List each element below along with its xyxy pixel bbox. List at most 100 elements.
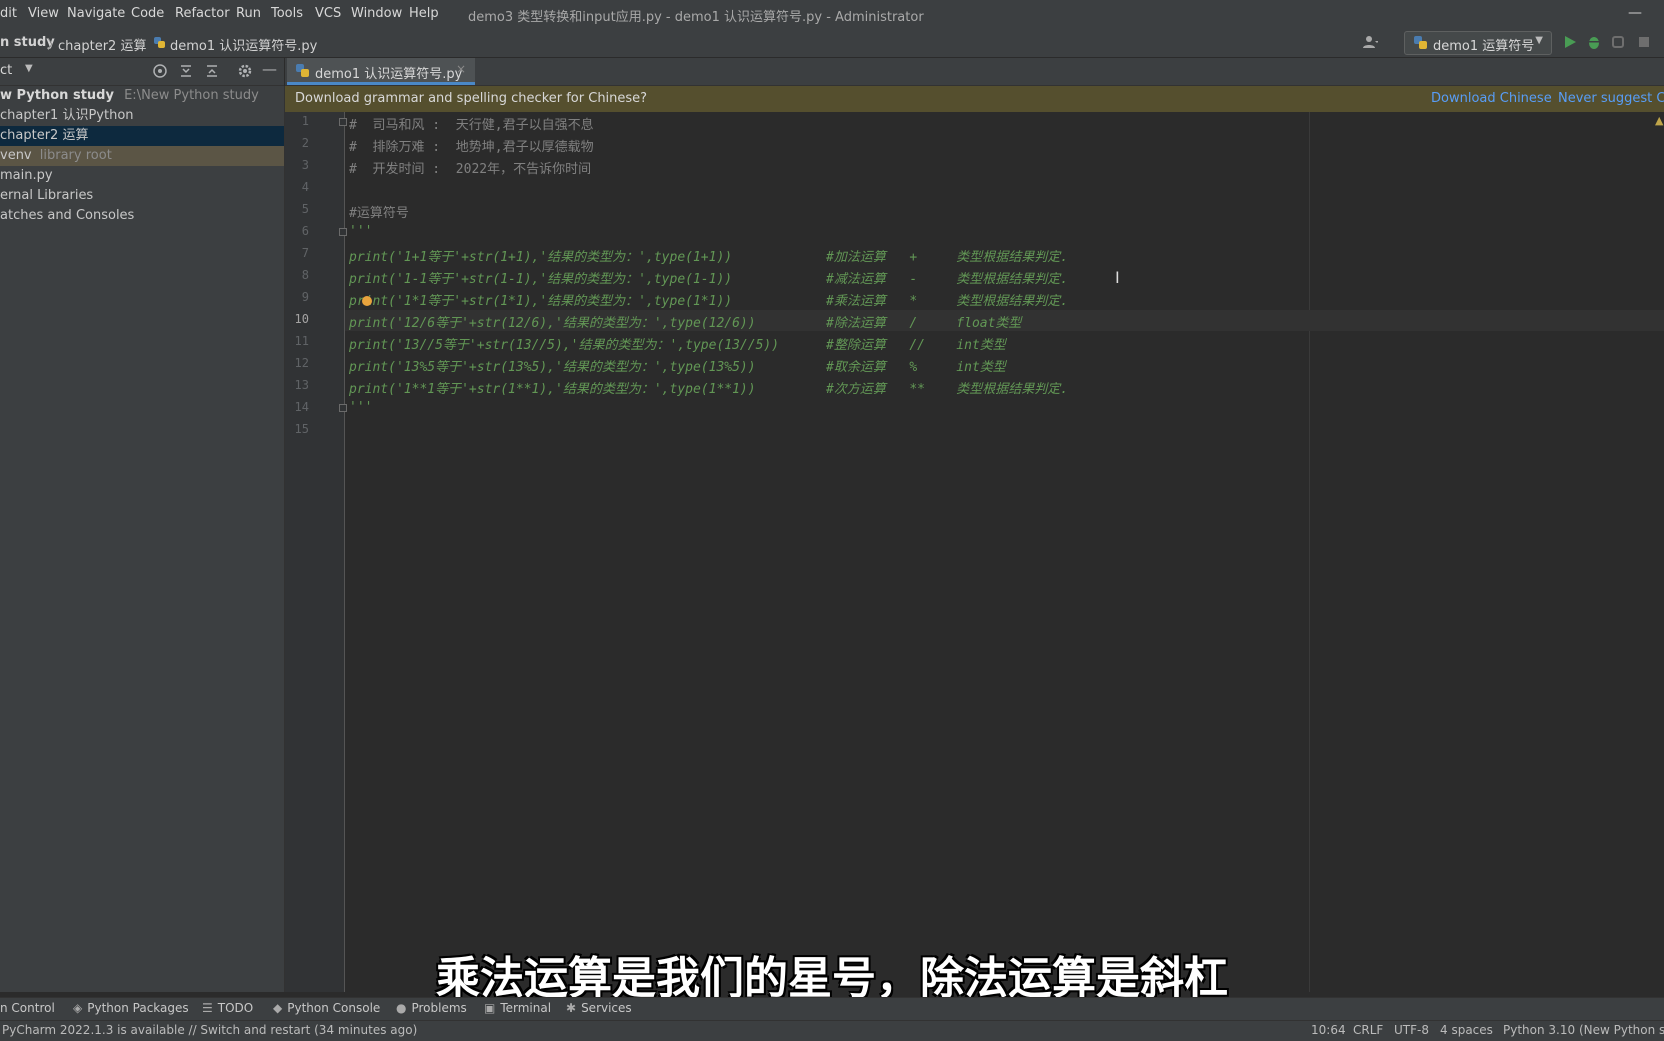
tree-item-scratches[interactable]: atches and Consoles — [0, 206, 284, 226]
tool-python-packages[interactable]: ◈ Python Packages — [73, 1001, 189, 1015]
menu-view[interactable]: View — [28, 6, 59, 21]
code-line[interactable]: ''' — [349, 224, 372, 239]
code-line[interactable]: print('1-1等于'+str(1-1),'结果的类型为：',type(1-… — [349, 268, 1068, 287]
fold-marker-icon[interactable] — [339, 228, 347, 236]
update-notice[interactable]: PyCharm 2022.1.3 is available // Switch … — [2, 1023, 417, 1037]
caret-position[interactable]: 10:64 — [1311, 1023, 1346, 1037]
menu-edit[interactable]: dit — [0, 6, 17, 21]
tree-item-label: chapter1 认识Python — [0, 108, 134, 123]
hide-panel-icon[interactable]: — — [262, 60, 277, 78]
menu-vcs[interactable]: VCS — [315, 6, 341, 21]
code-line[interactable]: print('1+1等于'+str(1+1),'结果的类型为：',type(1+… — [349, 246, 1068, 265]
code-line[interactable]: # 司马和风 : 天行健,君子以自强不息 — [349, 114, 594, 133]
indent-setting[interactable]: 4 spaces — [1440, 1023, 1493, 1037]
python-interpreter[interactable]: Python 3.10 (New Python stu — [1503, 1023, 1664, 1037]
code-line[interactable]: print('1*1等于'+str(1*1),'结果的类型为：',type(1*… — [349, 290, 1068, 309]
gear-icon[interactable] — [237, 63, 253, 79]
never-suggest-link[interactable]: Never suggest Ch — [1558, 91, 1664, 106]
lightbulb-icon[interactable] — [362, 296, 372, 306]
python-file-icon — [154, 37, 165, 48]
file-encoding[interactable]: UTF-8 — [1394, 1023, 1429, 1037]
code-line[interactable]: print('1**1等于'+str(1**1),'结果的类型为：',type(… — [349, 378, 1068, 397]
tree-item-hint: E:\New Python study — [124, 88, 259, 103]
line-separator[interactable]: CRLF — [1353, 1023, 1383, 1037]
download-chinese-link[interactable]: Download Chinese — [1431, 91, 1552, 106]
tool-problems[interactable]: ● Problems — [396, 1001, 467, 1015]
warning-icon[interactable]: ▲ — [1655, 114, 1663, 127]
tool-label: n Control — [0, 1001, 55, 1015]
code-line[interactable]: print('13%5等于'+str(13%5),'结果的类型为：',type(… — [349, 356, 1006, 375]
window-title: demo3 类型转换和input应用.py - demo1 认识运算符号.py … — [468, 10, 924, 25]
tool-todo[interactable]: ☰ TODO — [202, 1001, 253, 1015]
editor-tab-demo1[interactable]: demo1 认识运算符号.py × — [287, 58, 475, 85]
debug-icon[interactable] — [1586, 34, 1602, 50]
tree-item-main-py[interactable]: main.py — [0, 166, 284, 186]
line-number: 13 — [294, 378, 309, 392]
packages-icon: ◈ — [73, 1001, 83, 1015]
line-number: 7 — [301, 246, 309, 260]
code-line[interactable]: ''' — [349, 400, 372, 415]
chevron-down-icon[interactable]: ▼ — [25, 63, 33, 74]
run-icon[interactable] — [1562, 34, 1578, 50]
terminal-icon: ▣ — [484, 1001, 496, 1015]
tree-item-venv[interactable]: venv library root — [0, 146, 284, 166]
line-number: 12 — [294, 356, 309, 370]
tree-item-label: chapter2 运算 — [0, 128, 89, 143]
code-line[interactable]: # 开发时间 : 2022年，不告诉你时间 — [349, 158, 591, 177]
tool-terminal[interactable]: ▣ Terminal — [484, 1001, 551, 1015]
tree-item-external-libraries[interactable]: ernal Libraries — [0, 186, 284, 206]
user-icon[interactable] — [1362, 34, 1378, 50]
collapse-all-icon[interactable] — [204, 63, 220, 79]
tree-item-chapter1[interactable]: chapter1 认识Python — [0, 106, 284, 126]
project-view-label[interactable]: ct — [0, 63, 12, 78]
python-file-icon — [296, 64, 309, 77]
code-editor[interactable]: 1 2 3 4 5 6 7 8 9 10 11 12 13 14 15 # 司马和风 : 天行健,君子以自强… — [285, 112, 1664, 992]
line-number: 3 — [301, 158, 309, 172]
fold-marker-icon[interactable] — [339, 404, 347, 412]
menu-help[interactable]: Help — [409, 6, 439, 21]
locate-icon[interactable] — [152, 63, 168, 79]
menu-tools[interactable]: Tools — [271, 6, 303, 21]
code-line[interactable]: #运算符号 — [349, 202, 409, 221]
tool-python-console[interactable]: ◆ Python Console — [273, 1001, 380, 1015]
tree-item-project-root[interactable]: w Python study E:\New Python study — [0, 86, 284, 106]
tool-label: Python Packages — [87, 1001, 189, 1015]
stop-icon[interactable] — [1636, 34, 1652, 50]
tool-version-control[interactable]: n Control — [0, 1001, 55, 1015]
breadcrumb-folder[interactable]: chapter2 运算 — [58, 35, 146, 54]
project-panel-header: ct ▼ — — [0, 58, 284, 86]
menu-window[interactable]: Window — [351, 6, 402, 21]
coverage-icon[interactable] — [1611, 34, 1627, 50]
line-number: 2 — [301, 136, 309, 150]
tree-item-chapter2[interactable]: chapter2 运算 — [0, 126, 284, 146]
minimize-icon[interactable]: — — [1628, 5, 1642, 21]
list-icon: ☰ — [202, 1001, 213, 1015]
tool-services[interactable]: ✱ Services — [566, 1001, 632, 1015]
line-number: 14 — [294, 400, 309, 414]
editor-tab-label: demo1 认识运算符号.py — [315, 67, 463, 82]
close-icon[interactable]: × — [456, 62, 466, 76]
notification-message: Download grammar and spelling checker fo… — [295, 91, 648, 106]
editor-tab-bar: demo1 认识运算符号.py × — [285, 58, 1664, 86]
python-icon — [1414, 36, 1427, 49]
menu-code[interactable]: Code — [131, 6, 164, 21]
code-line[interactable]: print('12/6等于'+str(12/6),'结果的类型为：',type(… — [349, 312, 1021, 331]
tool-label: Python Console — [287, 1001, 381, 1015]
line-number: 1 — [301, 114, 309, 128]
run-configuration-select[interactable]: demo1 运算符号 ▼ — [1404, 31, 1552, 55]
code-line[interactable]: print('13//5等于'+str(13//5),'结果的类型为：',typ… — [349, 334, 1006, 353]
expand-all-icon[interactable] — [178, 63, 194, 79]
line-number: 4 — [301, 180, 309, 194]
menu-refactor[interactable]: Refactor — [175, 6, 230, 21]
tree-item-label: atches and Consoles — [0, 208, 135, 223]
code-line[interactable]: # 排除万难 : 地势坤,君子以厚德载物 — [349, 136, 594, 155]
tool-label: Problems — [411, 1001, 467, 1015]
fold-marker-icon[interactable] — [339, 118, 347, 126]
spellcheck-notification: Download grammar and spelling checker fo… — [285, 86, 1664, 112]
breadcrumb-file[interactable]: demo1 认识运算符号.py — [170, 35, 317, 54]
menu-run[interactable]: Run — [236, 6, 261, 21]
line-number: 10 — [294, 312, 309, 326]
menu-navigate[interactable]: Navigate — [67, 6, 125, 21]
services-icon: ✱ — [566, 1001, 577, 1015]
line-number: 11 — [294, 334, 309, 348]
